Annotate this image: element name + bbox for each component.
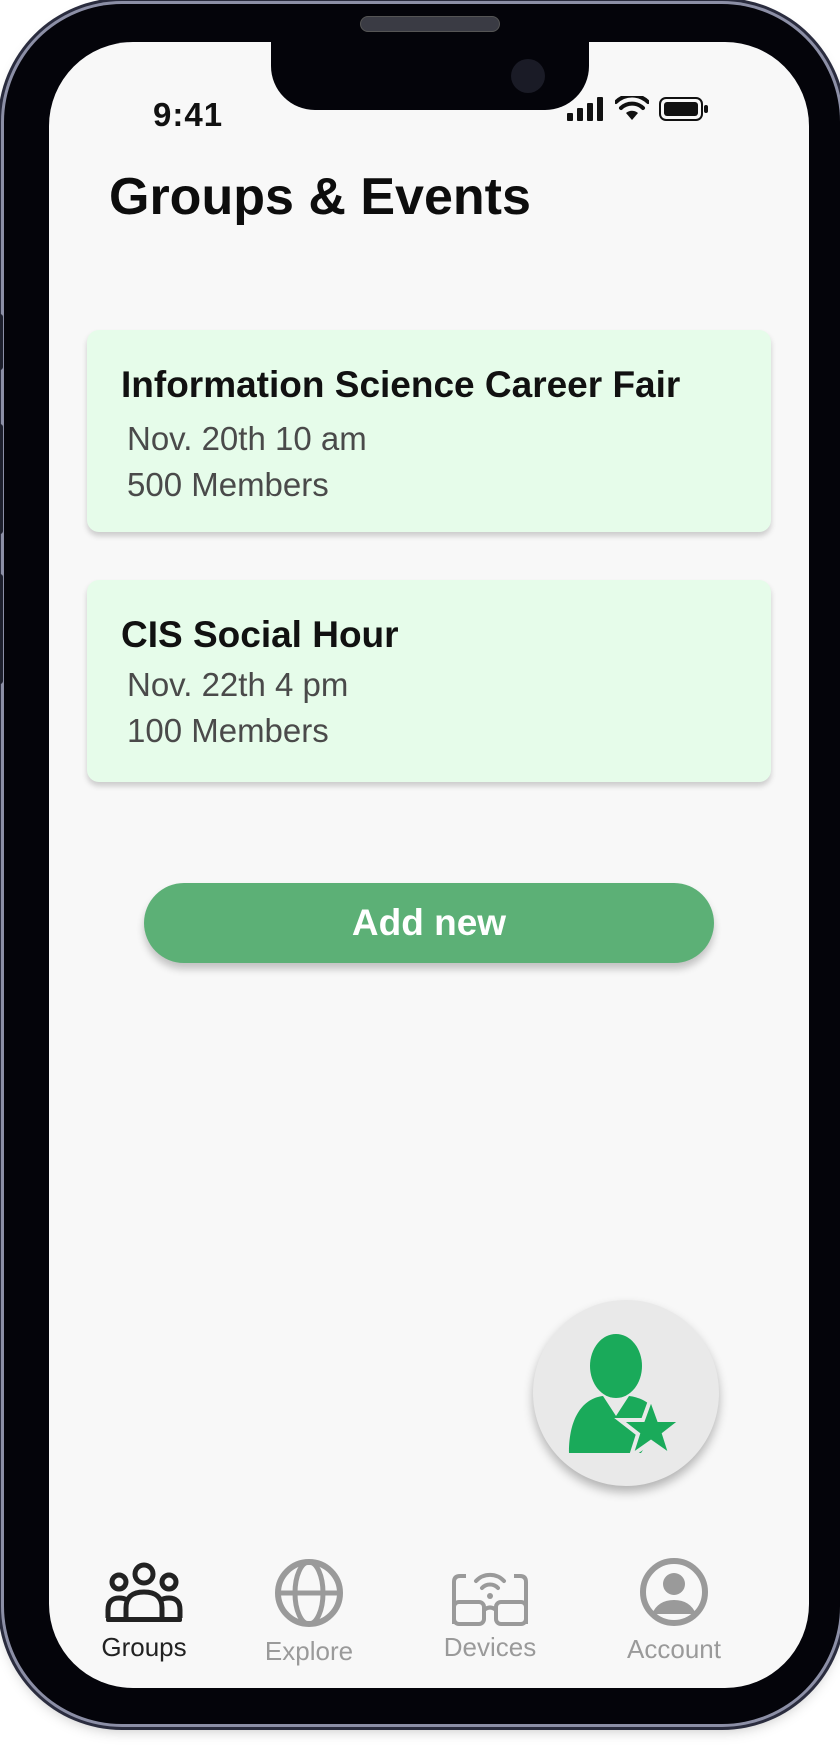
event-date: Nov. 20th 10 am — [127, 420, 367, 457]
mute-switch — [0, 314, 3, 370]
tab-explore[interactable]: Explore — [224, 1559, 394, 1677]
wifi-icon — [615, 96, 649, 120]
tab-bar: Groups Explore Devices Account — [49, 1558, 809, 1682]
earpiece-speaker — [360, 16, 500, 32]
tab-label: Groups — [101, 1632, 187, 1662]
account-circle-icon — [640, 1558, 708, 1626]
smart-glasses-icon — [452, 1572, 528, 1626]
event-members: 500 Members — [127, 466, 329, 503]
phone-frame: 9:41 Groups & Events Information Science — [0, 4, 840, 1724]
event-title: Information Science Career Fair — [121, 364, 681, 405]
favorite-user-button[interactable] — [533, 1300, 719, 1486]
page-title: Groups & Events — [109, 168, 531, 226]
tab-label: Account — [627, 1634, 721, 1664]
event-date: Nov. 22th 4 pm — [127, 666, 349, 703]
volume-up-button — [0, 424, 3, 534]
add-new-button[interactable]: Add new — [144, 883, 714, 963]
tab-groups[interactable]: Groups — [59, 1562, 229, 1677]
user-star-icon — [569, 1334, 688, 1458]
event-title: CIS Social Hour — [121, 614, 399, 655]
status-time: 9:41 — [153, 96, 224, 133]
volume-down-button — [0, 574, 3, 684]
event-card[interactable]: Information Science Career Fair Nov. 20t… — [87, 330, 771, 532]
tab-account[interactable]: Account — [589, 1558, 759, 1677]
tab-devices[interactable]: Devices — [405, 1562, 575, 1677]
globe-icon — [275, 1559, 343, 1627]
signal-icon — [567, 97, 603, 121]
groups-icon — [105, 1562, 183, 1622]
tab-label: Explore — [264, 1636, 354, 1666]
event-card[interactable]: CIS Social Hour Nov. 22th 4 pm 100 Membe… — [87, 580, 771, 782]
battery-icon — [659, 97, 708, 121]
tab-label: Devices — [443, 1632, 537, 1662]
event-members: 100 Members — [127, 712, 329, 749]
notch — [271, 42, 589, 110]
front-camera — [511, 59, 545, 93]
app-screen: 9:41 Groups & Events Information Science — [49, 42, 809, 1688]
status-icons — [567, 96, 709, 122]
